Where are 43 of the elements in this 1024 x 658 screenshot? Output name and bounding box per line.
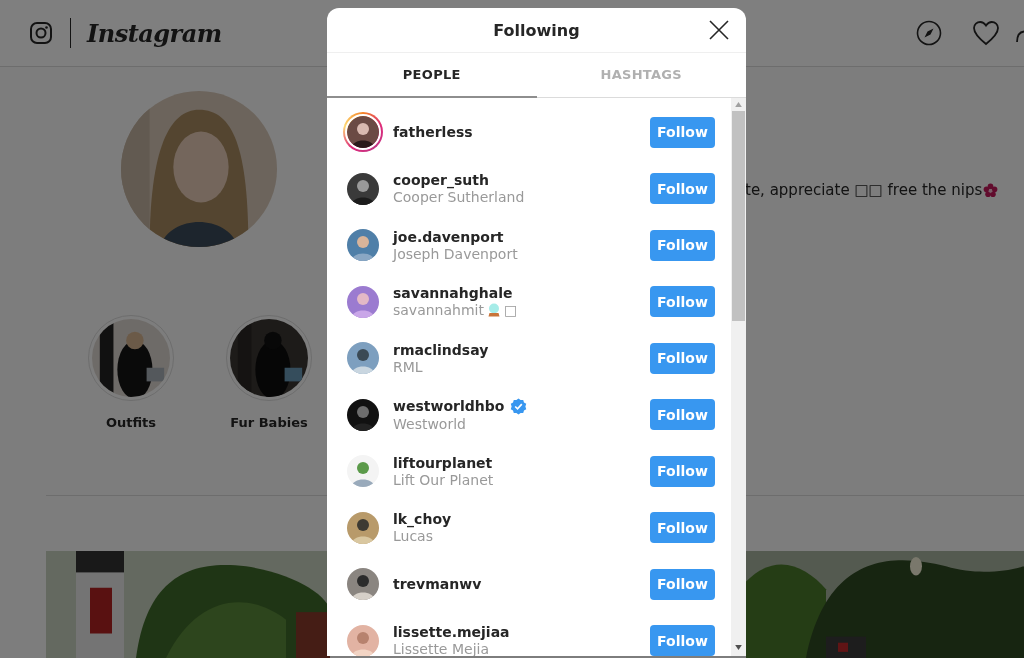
highlight-label[interactable]: Outfits (105, 415, 157, 430)
close-icon[interactable] (709, 20, 729, 40)
username[interactable]: liftourplanet (393, 454, 493, 471)
follow-button[interactable]: Follow (650, 625, 715, 656)
follow-button[interactable]: Follow (650, 173, 715, 205)
follow-button[interactable]: Follow (650, 229, 715, 261)
scrollbar-thumb[interactable] (732, 111, 745, 321)
follow-button[interactable]: Follow (650, 116, 715, 148)
full-name: Lift Our Planet (393, 471, 494, 488)
scroll-down-icon[interactable] (735, 645, 742, 650)
camera-icon[interactable] (29, 21, 53, 45)
instagram-logo[interactable]: Instagram (87, 18, 222, 48)
username[interactable]: joe.davenport (393, 228, 504, 245)
story-ring[interactable] (343, 112, 383, 153)
tab[interactable]: PEOPLE (327, 53, 537, 98)
highlight-label[interactable]: Fur Babies (230, 415, 308, 430)
follow-button[interactable]: Follow (650, 286, 715, 318)
heart-icon[interactable] (972, 20, 1000, 46)
full-name: Joseph Davenport (393, 245, 518, 262)
username[interactable]: lissette.mejiaa (393, 624, 510, 641)
username[interactable]: cooper_suth (393, 172, 489, 189)
full-name: Cooper Sutherland (393, 189, 525, 206)
flower-icon (983, 182, 999, 198)
scrollbar[interactable] (731, 98, 746, 656)
username[interactable]: trevmanwv (393, 576, 482, 593)
username[interactable]: lk_choy (393, 511, 452, 528)
username[interactable]: fatherless (393, 124, 473, 141)
follow-button[interactable]: Follow (650, 455, 715, 487)
follow-button[interactable]: Follow (650, 399, 715, 431)
compass-icon[interactable] (916, 20, 942, 46)
bio-text: te, appreciate □□ free the nips (745, 181, 983, 199)
username[interactable]: savannahghale (393, 285, 513, 302)
full-name: RML (393, 358, 423, 375)
full-name: Lucas (393, 528, 433, 545)
follow-button[interactable]: Follow (650, 568, 715, 600)
missing-glyph: □ (503, 302, 518, 319)
follow-button[interactable]: Follow (650, 512, 715, 544)
username[interactable]: rmaclindsay (393, 341, 489, 358)
username[interactable]: westworldhbo (393, 398, 505, 415)
full-name: savannahmit (393, 302, 484, 319)
follow-button[interactable]: Follow (650, 342, 715, 374)
dialog-title: Following (493, 20, 580, 40)
full-name: Westworld (393, 415, 466, 432)
